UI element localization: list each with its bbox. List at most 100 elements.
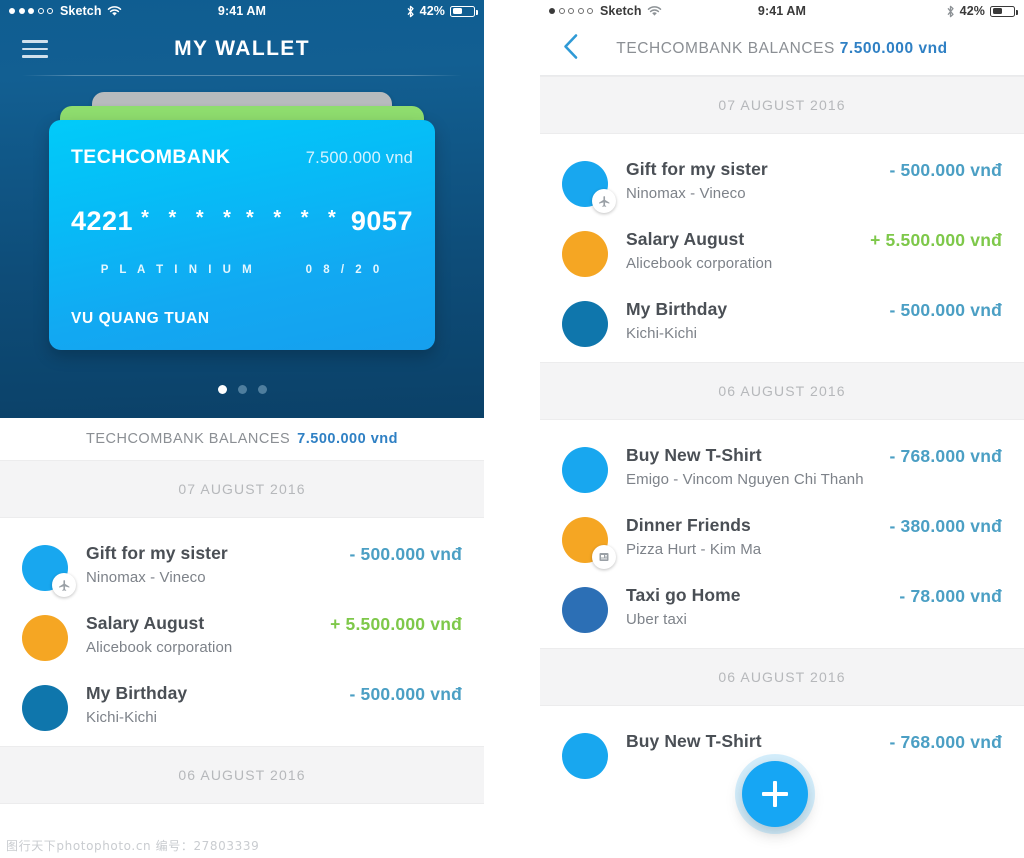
avatar bbox=[562, 447, 608, 493]
pager-dot-3[interactable] bbox=[257, 385, 267, 394]
transaction-text: My Birthday Kichi-Kichi bbox=[86, 682, 349, 728]
transaction-subtitle: Uber taxi bbox=[626, 610, 687, 628]
navbar-left: MY WALLET bbox=[0, 22, 484, 76]
balance-amount: 7.500.000 vnd bbox=[839, 39, 948, 57]
card-tier: P L A T I N I U M bbox=[100, 264, 256, 276]
battery-icon bbox=[990, 5, 1018, 17]
transaction-subtitle: Ninomax - Vineco bbox=[86, 568, 206, 586]
avatar bbox=[562, 517, 616, 569]
section-date-header: 06 AUGUST 2016 bbox=[0, 746, 484, 804]
transaction-subtitle: Kichi-Kichi bbox=[626, 324, 698, 342]
transaction-subtitle: Kichi-Kichi bbox=[86, 708, 158, 726]
card-expiry: 0 8 / 2 0 bbox=[305, 264, 384, 276]
transaction-row[interactable]: Salary August Alicebook corporation + 5.… bbox=[540, 218, 1024, 288]
transaction-list: Buy New T-Shirt Emigo - Vincom Nguyen Ch… bbox=[540, 420, 1024, 648]
avatar bbox=[562, 587, 608, 633]
status-bar-left: Sketch 9:41 AM 42% bbox=[0, 0, 484, 22]
avatar-circle bbox=[562, 301, 608, 347]
balance-summary-bar: TECHCOMBANK BALANCES 7.500.000 vnd bbox=[540, 40, 1024, 58]
carrier-label: Sketch bbox=[60, 4, 102, 18]
card-meta-row: P L A T I N I U M 0 8 / 2 0 bbox=[71, 264, 413, 276]
balance-summary-bar: TECHCOMBANK BALANCES 7.500.000 vnd bbox=[0, 418, 484, 460]
status-bar-left-group: Sketch bbox=[9, 4, 122, 18]
avatar-circle bbox=[22, 615, 68, 661]
transaction-text: Buy New T-Shirt bbox=[626, 730, 889, 754]
transaction-amount: - 500.000 vnđ bbox=[889, 300, 1002, 320]
battery-percent-label: 42% bbox=[419, 4, 445, 18]
transaction-list: Gift for my sister Ninomax - Vineco - 50… bbox=[0, 518, 484, 746]
avatar-circle bbox=[562, 231, 608, 277]
status-bar-right: Sketch 9:41 AM 42% bbox=[540, 0, 1024, 22]
pager-dot-2[interactable] bbox=[237, 385, 247, 394]
transaction-row[interactable]: Dinner Friends Pizza Hurt - Kim Ma - 380… bbox=[540, 504, 1024, 574]
balance-label: TECHCOMBANK BALANCES bbox=[85, 431, 291, 447]
status-bar-left-group: Sketch bbox=[549, 4, 662, 18]
hamburger-menu-icon[interactable] bbox=[22, 40, 48, 58]
avatar-circle bbox=[22, 685, 68, 731]
transaction-subtitle: Alicebook corporation bbox=[626, 254, 773, 272]
pager-dot-1[interactable] bbox=[217, 385, 227, 394]
balance-label: TECHCOMBANK BALANCES bbox=[616, 39, 835, 57]
phone-screen-balances: Sketch 9:41 AM 42% TECHCOMBANK BALANCES … bbox=[540, 0, 1024, 858]
card-holder-name: VU QUANG TUAN bbox=[71, 310, 210, 327]
wifi-icon bbox=[107, 5, 122, 17]
screenshot-root: Sketch 9:41 AM 42% MY WALLET TECHCOMBANK… bbox=[0, 0, 1024, 858]
transaction-text: Salary August Alicebook corporation bbox=[626, 228, 870, 274]
wallet-hero: Sketch 9:41 AM 42% MY WALLET TECHCOMBANK… bbox=[0, 0, 484, 418]
transaction-subtitle: Pizza Hurt - Kim Ma bbox=[626, 540, 762, 558]
card-number-suffix: 9057 bbox=[350, 206, 413, 236]
transaction-amount: - 380.000 vnđ bbox=[889, 516, 1002, 536]
avatar bbox=[562, 733, 608, 779]
transaction-text: Buy New T-Shirt Emigo - Vincom Nguyen Ch… bbox=[626, 444, 889, 490]
status-bar-right-group: 42% bbox=[946, 4, 1018, 18]
transaction-text: Gift for my sister Ninomax - Vineco bbox=[86, 542, 349, 588]
transaction-row[interactable]: Gift for my sister Ninomax - Vineco - 50… bbox=[540, 148, 1024, 218]
transaction-amount: - 500.000 vnđ bbox=[349, 544, 462, 564]
transaction-row[interactable]: Gift for my sister Ninomax - Vineco - 50… bbox=[0, 532, 484, 602]
bluetooth-icon bbox=[946, 5, 955, 18]
transaction-row[interactable]: My Birthday Kichi-Kichi - 500.000 vnđ bbox=[0, 672, 484, 742]
transaction-title: My Birthday bbox=[86, 683, 188, 703]
plus-icon bbox=[762, 781, 788, 807]
avatar bbox=[22, 545, 76, 597]
transaction-subtitle: Alicebook corporation bbox=[86, 638, 233, 656]
chevron-left-icon[interactable] bbox=[562, 32, 579, 65]
transaction-title: Buy New T-Shirt bbox=[626, 731, 762, 751]
transaction-title: Buy New T-Shirt bbox=[626, 445, 762, 465]
transaction-title: Salary August bbox=[86, 613, 205, 633]
transaction-amount: - 500.000 vnđ bbox=[889, 160, 1002, 180]
avatar bbox=[562, 301, 608, 347]
transaction-title: My Birthday bbox=[626, 299, 728, 319]
transaction-text: Salary August Alicebook corporation bbox=[86, 612, 330, 658]
signal-strength-icon bbox=[549, 8, 593, 14]
card-balance: 7.500.000 vnd bbox=[305, 149, 413, 167]
transaction-title: Taxi go Home bbox=[626, 585, 741, 605]
add-transaction-fab[interactable] bbox=[742, 761, 808, 827]
transaction-amount: + 5.500.000 vnđ bbox=[870, 230, 1002, 250]
card-number-mask-1: * * * * bbox=[141, 207, 238, 229]
watermark: 图行天下photophoto.cn 编号：27803339 bbox=[6, 839, 260, 853]
card-carousel[interactable]: TECHCOMBANK 7.500.000 vnd 4221 * * * * *… bbox=[0, 92, 484, 362]
transaction-row[interactable]: Buy New T-Shirt Emigo - Vincom Nguyen Ch… bbox=[540, 434, 1024, 504]
transaction-row[interactable]: My Birthday Kichi-Kichi - 500.000 vnđ bbox=[540, 288, 1024, 358]
transaction-amount: + 5.500.000 vnđ bbox=[330, 614, 462, 634]
airplane-icon bbox=[52, 573, 76, 597]
transaction-title: Salary August bbox=[626, 229, 745, 249]
credit-card-front[interactable]: TECHCOMBANK 7.500.000 vnd 4221 * * * * *… bbox=[49, 120, 435, 350]
transaction-row[interactable]: Salary August Alicebook corporation + 5.… bbox=[0, 602, 484, 672]
transaction-subtitle: Emigo - Vincom Nguyen Chi Thanh bbox=[626, 470, 864, 488]
battery-icon bbox=[450, 5, 478, 17]
transaction-title: Gift for my sister bbox=[626, 159, 768, 179]
transaction-title: Dinner Friends bbox=[626, 515, 751, 535]
card-number-mask-2: * * * * bbox=[246, 207, 343, 229]
section-date-header: 07 AUGUST 2016 bbox=[0, 460, 484, 518]
card-header-row: TECHCOMBANK 7.500.000 vnd bbox=[71, 146, 413, 169]
section-date-header: 06 AUGUST 2016 bbox=[540, 648, 1024, 706]
section-date-header: 06 AUGUST 2016 bbox=[540, 362, 1024, 420]
transaction-row[interactable]: Taxi go Home Uber taxi - 78.000 vnđ bbox=[540, 574, 1024, 644]
carousel-pager bbox=[0, 385, 484, 394]
airplane-icon bbox=[592, 189, 616, 213]
wifi-icon bbox=[647, 5, 662, 17]
section-date-header: 07 AUGUST 2016 bbox=[540, 76, 1024, 134]
transaction-amount: - 78.000 vnđ bbox=[899, 586, 1002, 606]
